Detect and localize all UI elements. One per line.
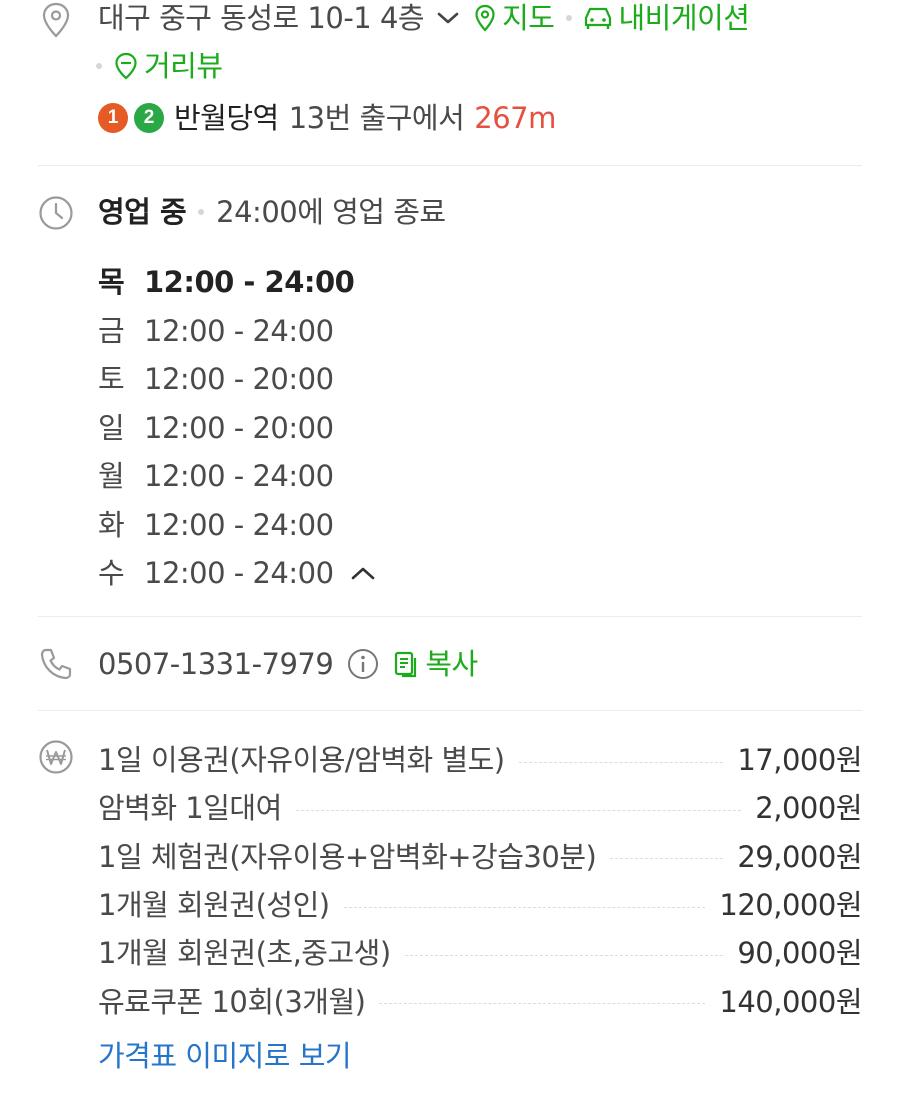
price-item-amount: 140,000원 [719,984,862,1019]
price-row: 1개월 회원권(성인) 120,000원 [98,881,862,929]
price-item-name: 1개월 회원권(초,중고생) [98,936,391,971]
price-item-amount: 29,000원 [737,839,862,874]
price-row: 1개월 회원권(초,중고생) 90,000원 [98,929,862,977]
price-item-amount: 90,000원 [737,936,862,971]
price-item-name: 1일 체험권(자유이용+암벽화+강습30분) [98,839,597,874]
dotted-leader [610,858,724,860]
clock-icon [36,193,76,233]
price-row: 유료쿠폰 10회(3개월) 140,000원 [98,977,862,1025]
price-item-name: 유료쿠폰 10회(3개월) [98,984,366,1019]
price-item-name: 1개월 회원권(성인) [98,888,330,923]
dotted-leader [518,761,724,763]
price-item-name: 1일 이용권(자유이용/암벽화 별도) [98,743,505,778]
price-list: 1일 이용권(자유이용/암벽화 별도) 17,000원 암벽화 1일대여 2,0… [98,736,862,1026]
dotted-leader [343,906,706,908]
price-row: 암벽화 1일대여 2,000원 [98,784,862,832]
phone-section: 0507-1331-7979 복사 [98,0,862,700]
place-info-panel: 대구 중구 동성로 10-1 4층 지도 내비게이션 거리뷰 1 2 반월당역 … [0,0,900,1093]
dotted-leader [379,1003,706,1005]
dotted-leader [295,809,742,811]
price-image-link[interactable]: 가격표 이미지로 보기 [98,1034,352,1078]
info-icon[interactable] [347,648,379,680]
copy-icon [393,650,419,678]
copy-label: 복사 [425,647,478,681]
won-icon [36,737,76,777]
copy-button[interactable]: 복사 [393,642,478,686]
location-pin-icon [36,0,76,40]
price-row: 1일 체험권(자유이용+암벽화+강습30분) 29,000원 [98,833,862,881]
divider [38,710,862,711]
price-item-amount: 17,000원 [737,743,862,778]
price-item-amount: 120,000원 [719,888,862,923]
phone-number[interactable]: 0507-1331-7979 [98,642,334,686]
price-item-amount: 2,000원 [755,791,862,826]
price-item-name: 암벽화 1일대여 [98,791,282,826]
phone-icon [36,644,76,684]
price-row: 1일 이용권(자유이용/암벽화 별도) 17,000원 [98,736,862,784]
dotted-leader [404,954,724,956]
